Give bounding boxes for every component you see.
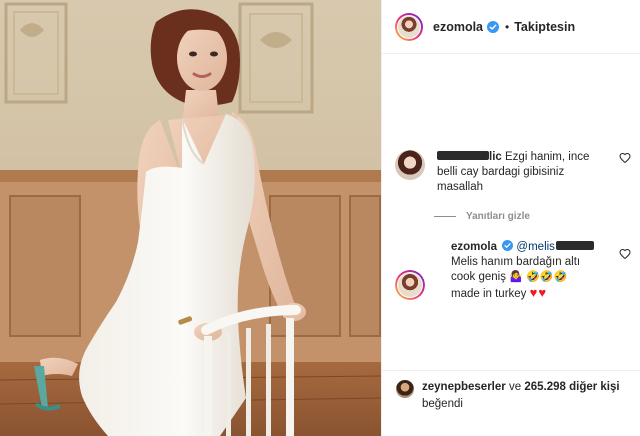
reply-text-line2: cook geniş xyxy=(451,271,506,283)
author-username[interactable]: ezomola xyxy=(433,20,483,34)
reply-author-avatar[interactable] xyxy=(395,270,425,300)
like-reply-heart-icon[interactable] xyxy=(619,248,631,260)
likes-verb: beğendi xyxy=(422,398,463,410)
reply-text-line1: Melis hanım bardağın altı xyxy=(451,256,581,268)
following-button[interactable]: Takiptesin xyxy=(514,20,575,34)
comment: lic Ezgi hanim, ince belli cay bardagi g… xyxy=(395,150,635,195)
reply-text-line3: made in turkey xyxy=(451,288,527,300)
reply-verified-badge-icon xyxy=(502,240,514,251)
likes-section: zeynepbeserler ve 265.298 diğer kişi beğ… xyxy=(382,370,640,413)
laughing-emoji-icon: 🤣🤣🤣 xyxy=(526,271,568,283)
post-photo[interactable] xyxy=(0,0,381,436)
reply-username[interactable]: ezomola xyxy=(451,241,497,253)
author-avatar[interactable] xyxy=(395,12,423,41)
post-header: ezomola • Takiptesin xyxy=(382,0,640,54)
likes-count[interactable]: 265.298 diğer kişi xyxy=(524,381,619,393)
commenter-avatar[interactable] xyxy=(395,150,425,180)
red-hearts-icon: ♥♥ xyxy=(529,285,548,300)
liker-avatar[interactable] xyxy=(396,380,414,398)
header-separator: • xyxy=(505,19,510,34)
hide-replies-label: Yanıtları gizle xyxy=(466,211,530,222)
hide-replies-toggle[interactable]: Yanıtları gizle xyxy=(434,211,530,222)
reply-mention[interactable]: @melis xyxy=(516,241,594,253)
instagram-post: ezomola • Takiptesin lic Ezgi hanim, inc… xyxy=(0,0,640,436)
like-comment-heart-icon[interactable] xyxy=(619,152,631,164)
liker-username[interactable]: zeynepbeserler xyxy=(422,381,506,393)
reply-body: ezomola @melis Melis hanım bardağın altı… xyxy=(451,240,601,302)
redacted-mention xyxy=(555,241,594,251)
replies-divider xyxy=(434,216,456,217)
post-image xyxy=(0,0,381,436)
verified-badge-icon xyxy=(487,20,500,33)
commenter-username[interactable]: lic xyxy=(437,151,502,163)
post-sidebar: ezomola • Takiptesin lic Ezgi hanim, inc… xyxy=(381,0,640,436)
redacted-name xyxy=(437,151,489,161)
reply: ezomola @melis Melis hanım bardağın altı… xyxy=(395,240,635,302)
shrug-emoji-icon: 🤷‍♀️ xyxy=(509,271,523,283)
likes-conjunction: ve xyxy=(508,381,522,393)
comment-body: lic Ezgi hanim, ince belli cay bardagi g… xyxy=(437,150,597,195)
likes-summary: zeynepbeserler ve 265.298 diğer kişi beğ… xyxy=(422,379,620,413)
